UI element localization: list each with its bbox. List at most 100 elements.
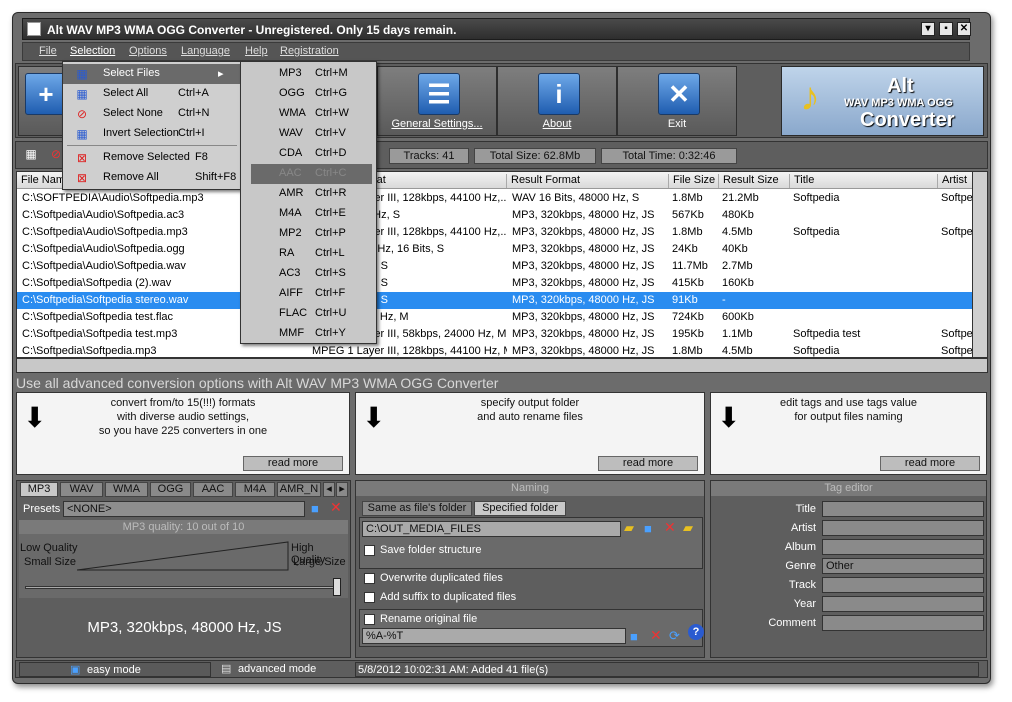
rename-checkbox[interactable] (364, 614, 375, 625)
format-menu-item-ac3[interactable]: AC3 Ctrl+S (241, 264, 376, 284)
output-folder-field[interactable]: C:\OUT_MEDIA_FILES (362, 521, 621, 537)
menu-item-shortcut: Ctrl+R (315, 187, 347, 199)
selection-menu-item[interactable]: ▦ Select All Ctrl+A (63, 84, 240, 104)
selection-menu-item[interactable]: ⊘ Select None Ctrl+N (63, 104, 240, 124)
format-menu-item-aac[interactable]: AAC Ctrl+C (251, 164, 372, 184)
help-icon[interactable]: ? (688, 624, 704, 640)
tab-ogg[interactable]: OGG (150, 482, 191, 497)
tag-field-track[interactable] (822, 577, 984, 593)
tab-wav[interactable]: WAV (60, 482, 103, 497)
tab-amr[interactable]: AMR_N (277, 482, 321, 497)
selection-menu-item[interactable]: ⊠ Remove Selected F8 (63, 148, 240, 168)
format-menu-item-mmf[interactable]: MMF Ctrl+Y (241, 324, 376, 344)
table-row[interactable]: C:\SOFTPEDIA\Audio\Softpedia.mp3 MPEG 1 L… (17, 190, 972, 207)
tab-same-folder[interactable]: Same as file's folder (362, 501, 472, 516)
menu-item-label: WAV (279, 127, 303, 139)
read-more-button[interactable]: read more (243, 456, 343, 471)
col-result-format[interactable]: Result Format (507, 174, 669, 188)
maximize-icon[interactable]: ▪ (939, 22, 953, 36)
save-icon[interactable]: ■ (630, 629, 638, 644)
file-table[interactable]: File Name Source Format Result Format Fi… (16, 171, 973, 358)
tab-scroll-left-icon[interactable]: ◂ (323, 482, 335, 497)
table-row[interactable]: C:\Softpedia\Softpedia test.flacFLAC, 24… (17, 309, 972, 326)
format-menu-item-wav[interactable]: WAV Ctrl+V (241, 124, 376, 144)
format-menu-item-mp2[interactable]: MP2 Ctrl+P (241, 224, 376, 244)
menu-options[interactable]: Options (129, 45, 167, 57)
delete-icon[interactable]: ✕ (664, 519, 676, 536)
add-suffix-checkbox[interactable] (364, 592, 375, 603)
format-menu-item-ra[interactable]: RA Ctrl+L (241, 244, 376, 264)
menu-file[interactable]: File (39, 45, 57, 57)
save-structure-checkbox[interactable] (364, 545, 375, 556)
format-menu-item-mp3[interactable]: MP3 Ctrl+M (241, 64, 376, 84)
open-folder-icon[interactable]: ▰ (683, 520, 693, 536)
table-row[interactable]: C:\Softpedia\Softpedia.mp3 MPEG 1 Layer I… (17, 343, 973, 357)
col-title[interactable]: Title (790, 174, 938, 188)
tab-aac[interactable]: AAC (193, 482, 233, 497)
minimize-icon[interactable]: ▾ (921, 22, 935, 36)
tab-m4a[interactable]: M4A (235, 482, 275, 497)
tag-field-comment[interactable] (822, 615, 984, 631)
advanced-mode-label[interactable]: advanced mode (238, 663, 316, 675)
rename-pattern-field[interactable]: %A-%T (362, 628, 626, 644)
col-file-size[interactable]: File Size (669, 174, 719, 188)
folder-icon[interactable]: ▰ (624, 520, 634, 536)
format-menu-item-amr[interactable]: AMR Ctrl+R (241, 184, 376, 204)
overwrite-checkbox[interactable] (364, 573, 375, 584)
total-time: Total Time: 0:32:46 (601, 148, 737, 164)
format-menu-item-m4a[interactable]: M4A Ctrl+E (241, 204, 376, 224)
select-icon[interactable]: ▦ (21, 147, 41, 165)
col-result-size[interactable]: Result Size (719, 174, 790, 188)
menu-item-label: Remove Selected (103, 151, 190, 163)
tab-specified-folder[interactable]: Specified folder (474, 501, 566, 516)
exit-button[interactable]: ✕ Exit (617, 66, 737, 136)
read-more-button[interactable]: read more (598, 456, 698, 471)
refresh-icon[interactable]: ⟳ (669, 628, 680, 644)
tab-wma[interactable]: WMA (105, 482, 148, 497)
table-row[interactable]: C:\Softpedia\Audio\Softpedia.ac3AC3, 480… (17, 207, 972, 224)
table-row[interactable]: C:\Softpedia\Audio\Softpedia.mp3 MPEG 1 L… (17, 224, 972, 241)
tab-scroll-right-icon[interactable]: ▸ (336, 482, 348, 497)
col-artist[interactable]: Artist (938, 174, 972, 188)
selection-menu-item[interactable]: ▦ Select Files ▸ (63, 64, 240, 84)
easy-mode-button[interactable]: ▣ easy mode (19, 662, 211, 677)
table-vertical-scrollbar[interactable] (972, 171, 988, 358)
format-menu-item-ogg[interactable]: OGG Ctrl+G (241, 84, 376, 104)
table-row[interactable]: C:\Softpedia\Softpedia (2).wavWAV, 16 Bi… (17, 275, 972, 292)
menu-language[interactable]: Language (181, 45, 230, 57)
table-row[interactable]: C:\Softpedia\Audio\Softpedia.wavWAV, 16 … (17, 258, 972, 275)
save-icon[interactable]: ■ (311, 501, 319, 516)
menu-help[interactable]: Help (245, 45, 268, 57)
table-horizontal-scrollbar[interactable] (16, 358, 988, 373)
table-cell-artist: Softpedia (941, 345, 973, 357)
selection-menu-item[interactable]: ▦ Invert Selection Ctrl+I (63, 124, 240, 144)
about-button[interactable]: i About (497, 66, 617, 136)
tab-mp3[interactable]: MP3 (20, 482, 58, 497)
quality-slider-thumb[interactable] (333, 578, 341, 596)
general-settings-button[interactable]: ☰ General Settings... (377, 66, 497, 136)
menu-selection[interactable]: Selection (70, 45, 115, 57)
selection-menu-item[interactable]: ⊠ Remove All Shift+F8 (63, 168, 240, 188)
menu-registration[interactable]: Registration (280, 45, 339, 57)
read-more-button[interactable]: read more (880, 456, 980, 471)
presets-select[interactable]: <NONE> (63, 501, 305, 517)
format-menu-item-flac[interactable]: FLAC Ctrl+U (241, 304, 376, 324)
tag-field-artist[interactable] (822, 520, 984, 536)
tag-field-genre[interactable]: Other (822, 558, 984, 574)
table-row[interactable]: C:\Softpedia\Audio\Softpedia.ogg OGG, 441… (17, 241, 972, 258)
table-cell-size: 567Kb (672, 209, 704, 221)
tag-field-title[interactable] (822, 501, 984, 517)
log-text: 5/8/2012 10:02:31 AM: Added 41 file(s) (358, 664, 549, 676)
table-row[interactable]: C:\Softpedia\Softpedia test.mp3 MPEG 2 La… (17, 326, 972, 343)
format-menu-item-wma[interactable]: WMA Ctrl+W (241, 104, 376, 124)
delete-icon[interactable]: ✕ (650, 627, 662, 644)
tag-field-year[interactable] (822, 596, 984, 612)
table-row[interactable]: C:\Softpedia\Softpedia stereo.wavWAV, 16… (17, 292, 972, 309)
format-menu-item-cda[interactable]: CDA Ctrl+D (241, 144, 376, 164)
save-icon[interactable]: ■ (644, 521, 652, 536)
tag-field-album[interactable] (822, 539, 984, 555)
delete-icon[interactable]: ✕ (330, 499, 342, 516)
close-icon[interactable]: ✕ (957, 22, 971, 36)
format-menu-item-aiff[interactable]: AIFF Ctrl+F (241, 284, 376, 304)
quality-slider-track[interactable] (25, 586, 341, 589)
